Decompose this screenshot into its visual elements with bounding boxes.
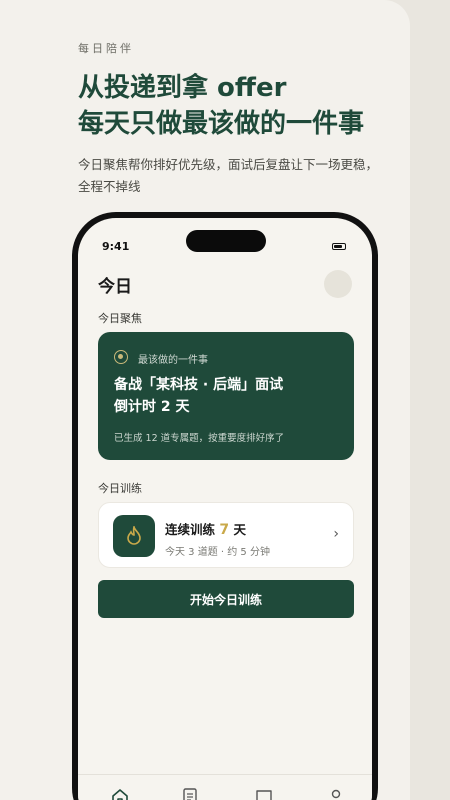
focus-title-line-1: 备战「某科技 · 后端」面试 <box>114 377 284 393</box>
chevron-right-icon: › <box>333 526 339 542</box>
hero-headline: 从投递到拿 offer 每天只做最该做的一件事 <box>78 70 418 142</box>
focus-card[interactable]: 最该做的一件事 备战「某科技 · 后端」面试 倒计时 2 天 已生成 12 道专… <box>98 332 354 460</box>
phone-frame: 9:41 今日 今日聚焦 最该做的一件事 备战「某科技 · 后端」面试 倒计时 … <box>72 212 378 800</box>
focus-title-line-2: 倒计时 2 天 <box>114 399 190 415</box>
headline-line-1: 从投递到拿 offer <box>78 73 287 103</box>
phone-screen: 9:41 今日 今日聚焦 最该做的一件事 备战「某科技 · 后端」面试 倒计时 … <box>78 218 372 800</box>
focus-section-label: 今日聚焦 <box>98 312 142 325</box>
tab-bar <box>78 774 372 800</box>
battery-icon <box>332 243 346 250</box>
training-section-label: 今日训练 <box>98 482 142 495</box>
profile-icon[interactable] <box>326 787 346 800</box>
focus-desc: 已生成 12 道专属题，按重要度排好序了 <box>114 433 285 444</box>
hero-eyebrow: 每日陪伴 <box>78 42 134 55</box>
page-title: 今日 <box>98 277 132 297</box>
start-training-button[interactable]: 开始今日训练 <box>98 580 354 618</box>
focus-eyebrow: 最该做的一件事 <box>138 355 208 366</box>
focus-title: 备战「某科技 · 后端」面试 倒计时 2 天 <box>114 374 334 418</box>
hero-subtext: 今日聚焦帮你排好优先级，面试后复盘让下一场更稳，全程不掉线 <box>78 157 379 194</box>
hero: 每日陪伴 从投递到拿 offer 每天只做最该做的一件事 今日聚焦帮你排好优先级… <box>78 40 418 198</box>
target-icon <box>114 350 128 364</box>
flame-icon <box>127 526 141 545</box>
streak-title: 连续训练 7 天 <box>165 519 246 538</box>
streak-suffix: 天 <box>233 522 246 537</box>
flame-badge <box>113 515 155 557</box>
document-icon[interactable] <box>180 787 200 800</box>
headline-line-2: 每天只做最该做的一件事 <box>78 109 365 139</box>
home-icon[interactable] <box>110 787 130 800</box>
streak-count: 7 <box>219 522 230 538</box>
streak-subtitle: 今天 3 道题 · 约 5 分钟 <box>165 547 270 558</box>
chat-icon[interactable] <box>254 787 274 800</box>
dynamic-island <box>186 230 266 252</box>
avatar[interactable] <box>324 270 352 298</box>
streak-prefix: 连续训练 <box>165 522 216 537</box>
streak-card[interactable]: 连续训练 7 天 今天 3 道题 · 约 5 分钟 › <box>98 502 354 568</box>
status-time: 9:41 <box>102 240 130 253</box>
